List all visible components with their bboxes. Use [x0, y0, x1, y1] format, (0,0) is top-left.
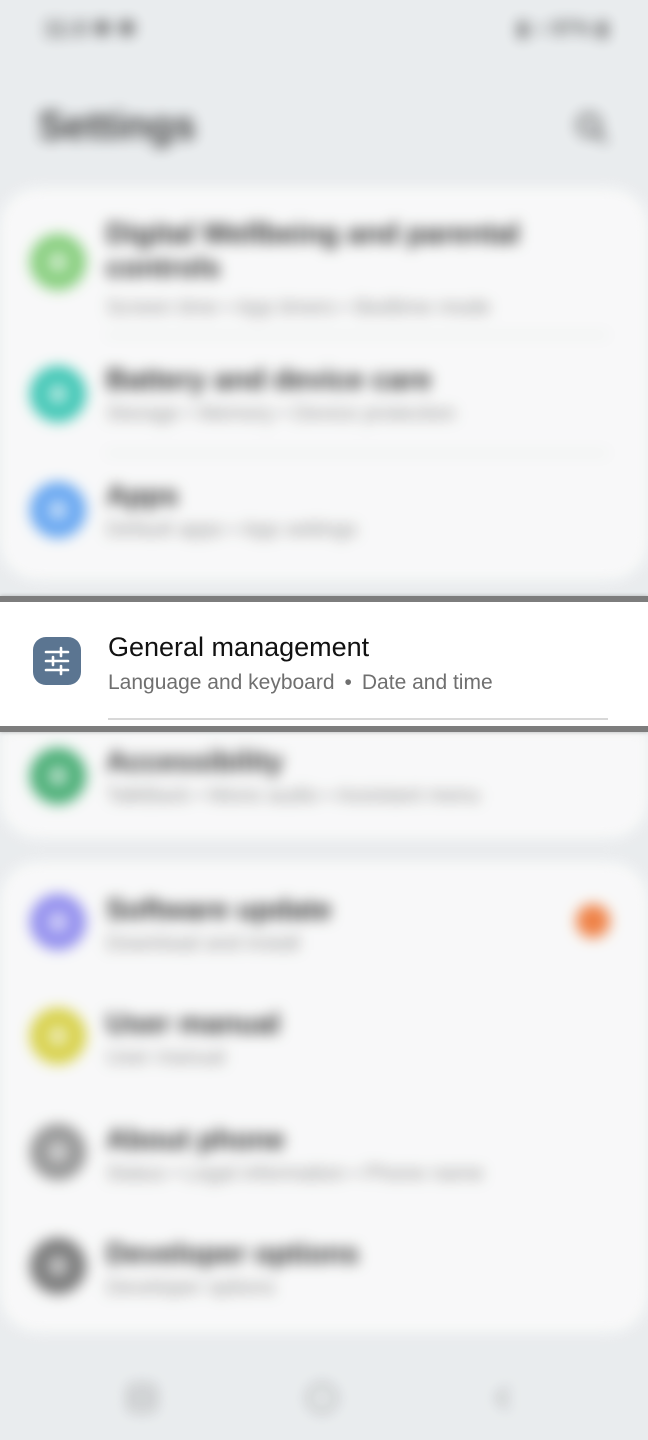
item-subtitle: TalkBack • Mono audio • Assistant menu	[106, 784, 481, 807]
settings-card-group-3: Software update Download and install Use…	[0, 862, 648, 1332]
recents-icon[interactable]	[124, 1380, 160, 1416]
settings-item-software-update[interactable]: Software update Download and install	[0, 866, 648, 978]
item-subtitle: Status • Legal information • Phone name	[106, 1162, 484, 1185]
apps-icon	[30, 482, 86, 538]
navigation-bar	[0, 1360, 648, 1440]
item-title-line2: controls	[106, 252, 221, 284]
item-subtitle: User manual	[106, 1046, 226, 1069]
item-title: Software update	[106, 894, 332, 926]
item-title: Battery and device care	[106, 364, 432, 396]
item-subtitle: Download and install	[106, 932, 300, 955]
divider	[106, 452, 608, 454]
home-icon[interactable]	[304, 1380, 340, 1416]
item-subtitle: Storage • Memory • Device protection	[106, 402, 456, 425]
subtitle-part-language: Language and keyboard	[108, 671, 335, 694]
divider	[108, 718, 608, 720]
wellbeing-icon	[30, 234, 86, 290]
subtitle-separator: •	[344, 671, 352, 694]
item-title: About phone	[106, 1124, 285, 1156]
settings-item-digital-wellbeing[interactable]: Digital Wellbeing and parental controls …	[0, 210, 648, 336]
sliders-icon	[33, 637, 81, 685]
item-title: Apps	[106, 480, 179, 512]
item-title: Accessibility	[106, 746, 284, 778]
settings-card-group-2: Accessibility TalkBack • Mono audio • As…	[0, 730, 648, 838]
divider	[106, 334, 608, 336]
item-title: Developer options	[106, 1238, 359, 1270]
update-badge	[576, 904, 610, 938]
settings-item-accessibility[interactable]: Accessibility TalkBack • Mono audio • As…	[0, 730, 648, 842]
subtitle-part-date: Date and time	[361, 671, 493, 694]
settings-item-user-manual[interactable]: User manual User manual	[0, 980, 648, 1092]
status-time: 11:0 ✱ ✱	[44, 16, 136, 41]
item-subtitle: Developer options	[106, 1276, 276, 1299]
item-subtitle: Language and keyboard • Date and time	[108, 671, 493, 695]
about-phone-icon	[30, 1124, 86, 1180]
search-icon[interactable]	[574, 110, 610, 146]
software-update-icon	[30, 894, 86, 950]
user-manual-icon	[30, 1008, 86, 1064]
settings-item-developer-options[interactable]: Developer options Developer options	[0, 1210, 648, 1322]
item-title: Digital Wellbeing and parental	[106, 218, 520, 250]
settings-item-about-phone[interactable]: About phone Status • Legal information •…	[0, 1096, 648, 1208]
page-title: Settings	[38, 104, 196, 148]
item-title: User manual	[106, 1008, 281, 1040]
settings-item-general-management[interactable]: General management Language and keyboard…	[0, 596, 648, 732]
item-subtitle: Screen time • App timers • Bedtime mode	[106, 296, 491, 319]
status-bar: 11:0 ✱ ✱ ▮ ◖ 97% ▮	[0, 0, 648, 56]
battery-care-icon	[30, 366, 86, 422]
status-indicators: ▮ ◖ 97% ▮	[517, 18, 608, 40]
item-title: General management	[108, 632, 370, 662]
accessibility-icon	[30, 748, 86, 804]
item-subtitle: Default apps • App settings	[106, 518, 358, 541]
settings-card-group-1: Digital Wellbeing and parental controls …	[0, 188, 648, 580]
developer-options-icon	[30, 1238, 86, 1294]
settings-item-apps[interactable]: Apps Default apps • App settings	[0, 458, 648, 570]
back-icon[interactable]	[486, 1380, 522, 1416]
settings-item-battery[interactable]: Battery and device care Storage • Memory…	[0, 342, 648, 454]
